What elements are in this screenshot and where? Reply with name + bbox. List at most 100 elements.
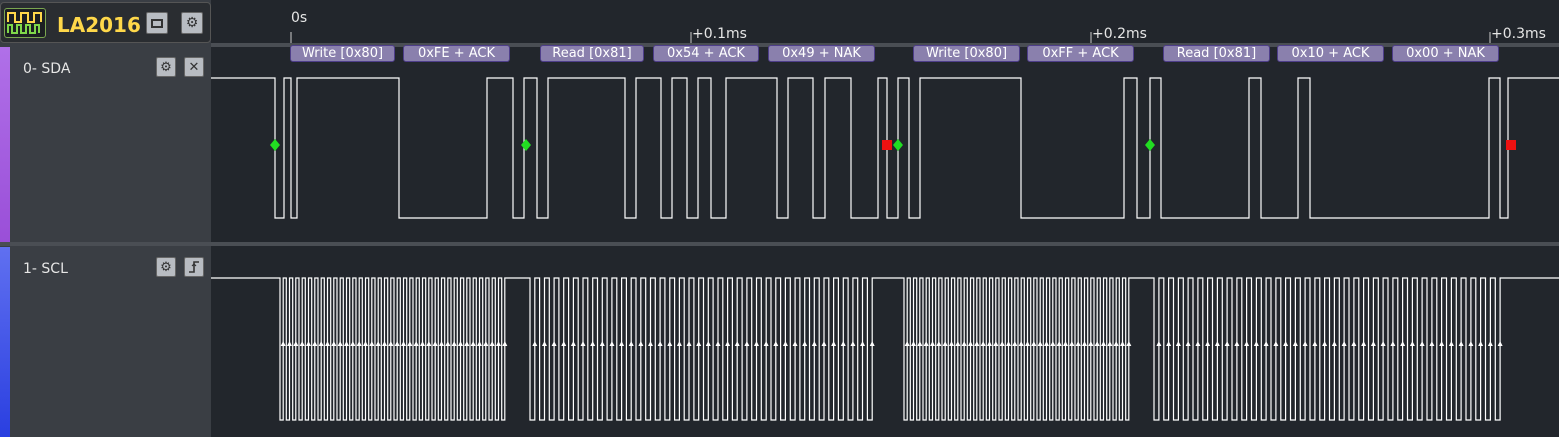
rising-edge-icon (1224, 341, 1230, 346)
rising-edge-icon (1370, 341, 1376, 346)
rising-edge-icon (470, 341, 476, 346)
rising-edge-icon (686, 341, 692, 346)
rising-edge-icon (754, 341, 760, 346)
rising-edge-icon (1166, 341, 1172, 346)
rising-edge-icon (923, 341, 929, 346)
rising-edge-icon (1185, 341, 1191, 346)
rising-edge-icon (930, 341, 935, 346)
rising-edge-icon (1390, 341, 1396, 346)
rising-edge-icon (1468, 341, 1474, 346)
rising-edge-icon (407, 341, 413, 346)
rising-edge-icon (647, 341, 653, 346)
rising-edge-icon (1361, 341, 1367, 346)
rising-edge-icon (445, 341, 451, 346)
rising-edge-icon (831, 341, 837, 346)
channel-settings-button[interactable]: ⚙ (156, 257, 176, 277)
rising-edge-icon (580, 341, 586, 346)
channel-remove-button[interactable]: ✕ (184, 57, 204, 77)
rising-edge-icon (860, 341, 866, 346)
rising-edge-icon (551, 341, 557, 346)
rising-edge-icon (590, 341, 596, 346)
protocol-annotation[interactable]: 0x00 + NAK (1392, 45, 1499, 62)
rising-edge-icon (1478, 341, 1484, 346)
rising-edge-icon (987, 341, 992, 346)
channel-settings-button[interactable]: ⚙ (156, 57, 176, 77)
channel-trigger-button[interactable] (184, 257, 204, 277)
protocol-annotation[interactable]: 0x54 + ACK (653, 45, 759, 62)
rising-edge-icon (1018, 341, 1024, 346)
time-tick-label: +0.2ms (1092, 26, 1147, 42)
rising-edge-icon (599, 341, 605, 346)
rising-edge-icon (705, 341, 711, 346)
rising-edge-icon (955, 341, 961, 346)
time-tick-label: 0s (291, 10, 308, 26)
protocol-annotation[interactable]: 0x10 + ACK (1277, 45, 1384, 62)
rising-edge-icon (413, 341, 419, 346)
scl-trace (211, 277, 1559, 421)
rising-edge-icon (350, 341, 356, 346)
rising-edge-icon (949, 341, 954, 346)
rising-edge-icon (312, 341, 318, 346)
rising-edge-icon (1006, 341, 1011, 346)
protocol-annotation[interactable]: Write [0x80] (290, 45, 395, 62)
rising-edge-icon (1322, 341, 1328, 346)
rising-edge-icon (782, 341, 788, 346)
rising-edge-icon (293, 341, 299, 346)
rising-edge-icon (1088, 341, 1094, 346)
protocol-annotation[interactable]: 0xFF + ACK (1027, 45, 1134, 62)
rising-edge-icon (1126, 341, 1132, 346)
gear-icon: ⚙ (160, 59, 172, 75)
protocol-annotation[interactable]: 0x49 + NAK (768, 45, 875, 62)
rising-edge-icon (299, 341, 305, 346)
rising-edge-icon (306, 341, 311, 346)
protocol-annotation[interactable]: 0xFE + ACK (403, 45, 510, 62)
channel-separator (0, 242, 1559, 246)
channel-label: 0- SDA (23, 61, 71, 77)
rising-edge-icon (792, 341, 798, 346)
rising-edge-icon (363, 341, 368, 346)
time-tick-label: +0.3ms (1491, 26, 1546, 42)
start-stop-markers (270, 139, 1516, 151)
device-gear-button[interactable]: ⚙ (181, 12, 203, 34)
edge-trigger-icon (189, 261, 199, 273)
rising-edge-icon (696, 341, 702, 346)
rising-edge-icon (432, 341, 438, 346)
channel-panel: LA2016 ⚙ 0- SDA ⚙ ✕ 1- SCL ⚙ (0, 0, 211, 437)
waveform-area[interactable] (0, 0, 1559, 437)
rising-edge-icon (1458, 341, 1464, 346)
rising-edge-icon (1409, 341, 1415, 346)
rising-edge-icon (1253, 341, 1259, 346)
device-settings-button[interactable] (146, 12, 168, 34)
rising-edge-icon (1037, 341, 1043, 346)
rising-edge-icon (1012, 341, 1018, 346)
rising-edge-icon (1025, 341, 1030, 346)
rising-edge-icon (993, 341, 999, 346)
waveform-logo-icon (4, 8, 46, 38)
rising-edge-icon (821, 341, 827, 346)
rising-edge-icon (1351, 341, 1357, 346)
rising-edge-icon (917, 341, 923, 346)
rising-edge-icon (1292, 341, 1298, 346)
rising-edge-icon (1050, 341, 1056, 346)
rising-edge-icon (1113, 341, 1119, 346)
rising-edge-icon (1101, 341, 1106, 346)
start-condition-icon (1145, 139, 1155, 151)
time-ruler (290, 32, 1491, 43)
protocol-annotation[interactable]: Read [0x81] (1163, 45, 1270, 62)
channel-row-scl: 1- SCL ⚙ (0, 247, 211, 437)
rising-edge-icon (502, 341, 508, 346)
rising-edge-icon (1244, 341, 1250, 346)
rising-edge-icon (1044, 341, 1049, 346)
rising-edge-icon (619, 341, 625, 346)
rising-edge-icon (337, 341, 343, 346)
protocol-annotation[interactable]: Read [0x81] (540, 45, 644, 62)
rising-edge-icon (936, 341, 942, 346)
rising-edge-icon (532, 341, 538, 346)
rising-edge-icon (1205, 341, 1211, 346)
rising-edge-icon (715, 341, 721, 346)
channel-color-stripe (0, 247, 10, 437)
rising-edge-icon (1302, 341, 1308, 346)
protocol-annotation[interactable]: Write [0x80] (913, 45, 1020, 62)
rising-edge-icon (489, 341, 495, 346)
device-header: LA2016 ⚙ (0, 2, 211, 43)
